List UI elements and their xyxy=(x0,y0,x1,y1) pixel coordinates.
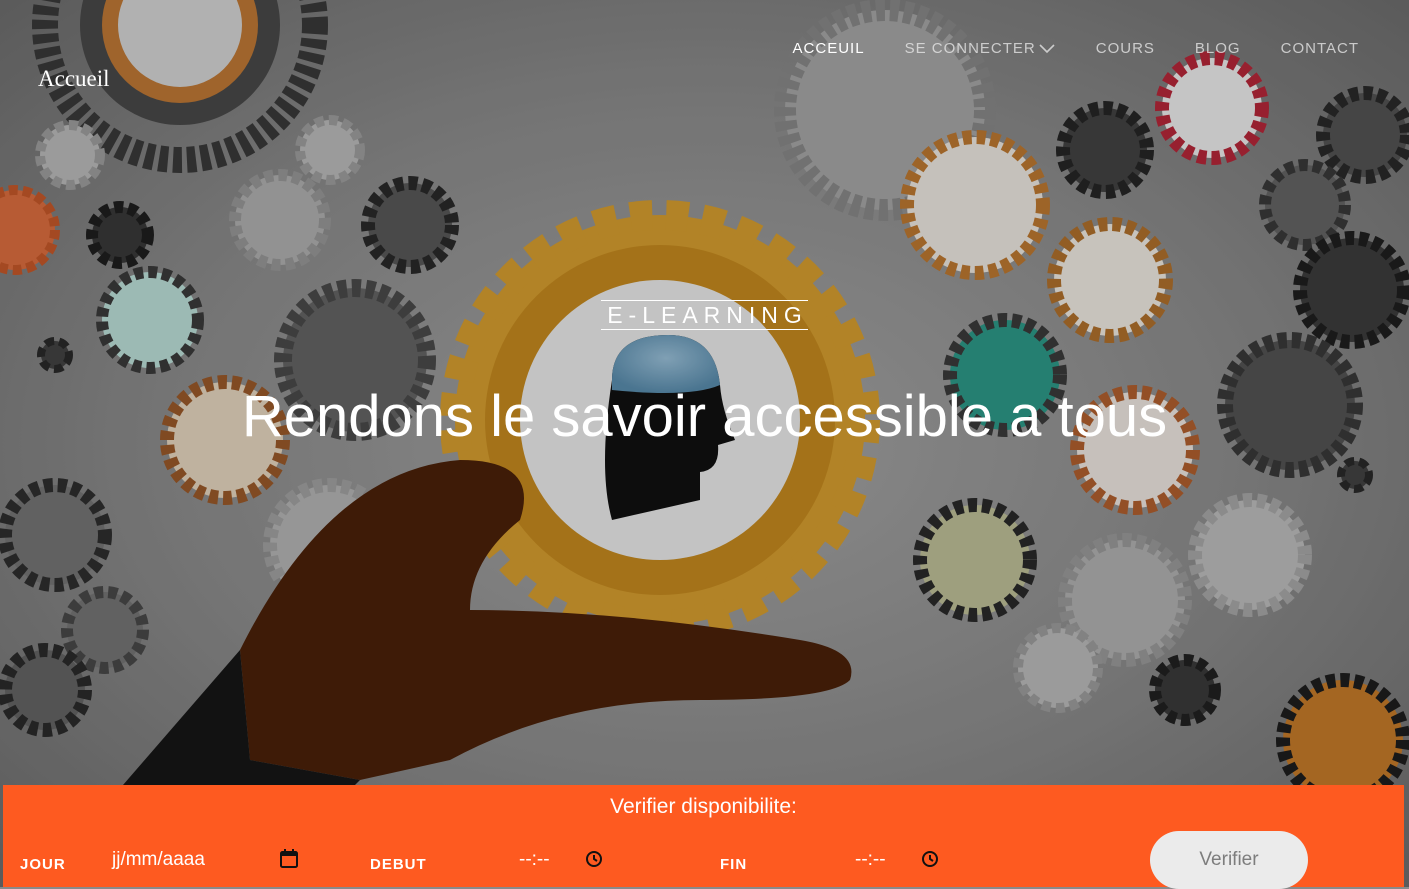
start-time-input[interactable]: --:-- xyxy=(519,849,550,871)
chevron-down-icon xyxy=(1039,43,1055,53)
start-time-placeholder: --:-- xyxy=(519,849,550,870)
availability-title: Verifier disponibilite: xyxy=(610,795,797,818)
date-input[interactable]: jj/mm/aaaa xyxy=(112,849,205,871)
date-placeholder: jj/mm/aaaa xyxy=(112,849,205,870)
tagline-text: E-LEARNING xyxy=(601,300,808,330)
nav-item-label: SE CONNECTER xyxy=(904,40,1036,57)
end-time-placeholder: --:-- xyxy=(855,849,886,870)
clock-icon[interactable] xyxy=(921,850,939,868)
nav-item-blog[interactable]: BLOG xyxy=(1195,40,1241,57)
debut-label: DEBUT xyxy=(370,856,427,873)
nav-item-label: CONTACT xyxy=(1280,40,1359,57)
nav-item-contact[interactable]: CONTACT xyxy=(1281,40,1359,57)
end-time-input[interactable]: --:-- xyxy=(855,849,886,871)
nav-item-label: COURS xyxy=(1095,40,1155,57)
nav-item-label: ACCEUIL xyxy=(792,40,865,57)
main-nav: ACCEUIL SE CONNECTER COURS BLOG CONTACT xyxy=(753,40,1359,57)
nav-item-se-connecter[interactable]: SE CONNECTER xyxy=(905,40,1056,57)
nav-item-cours[interactable]: COURS xyxy=(1096,40,1155,57)
clock-icon[interactable] xyxy=(585,850,603,868)
verify-button[interactable]: Verifier xyxy=(1150,831,1308,889)
calendar-icon[interactable] xyxy=(279,848,299,869)
fin-label: FIN xyxy=(720,856,748,873)
hero-headline: Rendons le savoir accessible a tous xyxy=(241,384,1168,449)
nav-item-label: BLOG xyxy=(1194,40,1241,57)
availability-form: Verifier disponibilite: JOUR jj/mm/aaaa … xyxy=(3,785,1404,889)
hero-tagline: E-LEARNING xyxy=(0,300,1409,330)
brand-link[interactable]: Accueil xyxy=(38,66,110,92)
nav-item-acceuil[interactable]: ACCEUIL xyxy=(793,40,865,57)
jour-label: JOUR xyxy=(20,856,66,873)
